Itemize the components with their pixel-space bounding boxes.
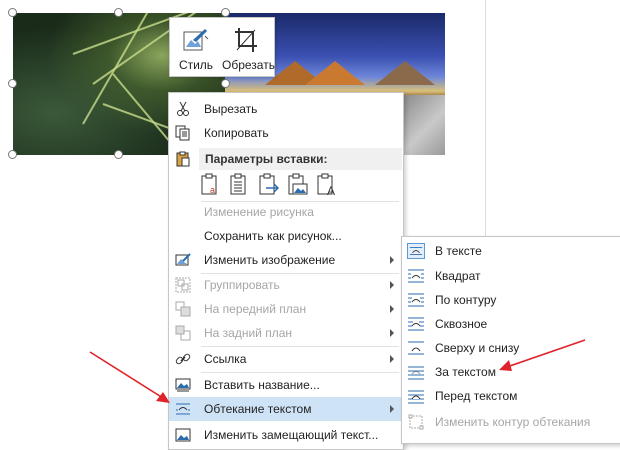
style-button[interactable]: Стиль [172,22,220,72]
resize-handle[interactable] [221,79,230,88]
wrap-square-icon [408,269,424,283]
menu-item-label: Копировать [204,126,269,140]
resize-handle[interactable] [8,8,17,17]
copy-icon [175,125,190,141]
annotation-arrow-left [89,351,170,403]
send-backward-icon [175,325,191,341]
submenu-arrow-icon [390,305,394,313]
wrap-option-square[interactable]: Квадрат [402,264,620,288]
style-label: Стиль [178,58,214,72]
menu-item-change-picture[interactable]: Изменение рисунка [169,200,403,224]
menu-item-edit-image[interactable]: Изменить изображение [169,248,403,272]
paste-options-label: Параметры вставки: [205,152,328,166]
wrap-through-icon [408,317,424,331]
wrap-tight-icon [408,293,424,307]
menu-item-label: Вставить название... [204,378,320,392]
menu-item-label: Изменение рисунка [204,205,314,219]
group-icon [175,277,191,293]
alt-text-icon [175,428,191,442]
svg-text:A: A [327,184,335,197]
keep-text-only-icon[interactable]: A [316,173,338,197]
wrap-option-through[interactable]: Сквозное [402,312,620,336]
wrap-option-behind-text[interactable]: За текстом [402,360,620,384]
wrap-option-label: За текстом [435,365,496,379]
menu-item-save-as-picture[interactable]: Сохранить как рисунок... [169,224,403,248]
wrap-option-label: Сверху и снизу [435,341,520,355]
paste-icon [176,151,190,167]
resize-handle[interactable] [114,150,123,159]
keep-source-formatting-icon[interactable]: a [200,173,222,197]
edit-image-icon [175,253,191,266]
crop-label: Обрезать [222,58,275,72]
menu-item-label: Изменить изображение [204,253,336,267]
wrap-option-label: По контуру [435,293,497,307]
wrap-option-label: Изменить контур обтекания [435,415,591,429]
crop-button[interactable]: Обрезать [222,22,275,72]
resize-handle[interactable] [221,8,230,17]
paste-options-header: Параметры вставки: [199,148,402,170]
menu-item-insert-caption[interactable]: Вставить название... [169,373,403,397]
submenu-arrow-icon [390,355,394,363]
svg-text:a: a [210,185,215,195]
menu-item-bring-forward[interactable]: На передний план [169,297,403,321]
wrap-text-icon [176,403,190,415]
edit-wrap-points-icon [408,414,424,430]
menu-item-link[interactable]: Ссылка [169,347,403,371]
wrap-option-in-front[interactable]: Перед текстом [402,384,620,408]
link-icon [175,353,191,365]
wrap-in-line-icon [407,243,425,259]
resize-handle[interactable] [8,150,17,159]
menu-item-label: На передний план [204,302,307,316]
menu-item-cut[interactable]: Вырезать [169,97,403,121]
submenu-arrow-icon [390,329,394,337]
wrap-option-label: Квадрат [435,269,481,283]
menu-item-wrap-text[interactable]: Обтекание текстом [169,397,403,421]
menu-item-label: Ссылка [204,352,247,366]
menu-item-label: Сохранить как рисунок... [204,229,342,243]
picture-style-icon [183,29,209,51]
wrap-option-label: Сквозное [435,317,488,331]
menu-item-label: Обтекание текстом [204,402,312,416]
context-menu: Вырезать Копировать Параметры вставки: a… [168,92,404,450]
menu-item-edit-alt-text[interactable]: Изменить замещающий текст... [169,423,403,447]
mini-toolbar: Стиль Обрезать [169,17,275,77]
menu-item-label: Вырезать [204,102,258,116]
wrap-option-tight[interactable]: По контуру [402,288,620,312]
menu-item-copy[interactable]: Копировать [169,121,403,145]
paste-picture-icon[interactable] [287,173,309,197]
wrap-behind-text-icon [408,366,424,380]
wrap-in-front-icon [408,390,424,404]
scissors-icon [177,101,189,116]
bring-forward-icon [175,301,191,317]
resize-handle[interactable] [8,79,17,88]
menu-item-send-backward[interactable]: На задний план [169,321,403,345]
wrap-option-label: Перед текстом [435,389,518,403]
paste-link-icon[interactable] [258,173,280,197]
menu-item-label: Изменить замещающий текст... [204,428,379,442]
crop-icon [235,28,257,52]
resize-handle[interactable] [114,8,123,17]
wrap-text-submenu: В тексте Квадрат По контуру Сквозное Све… [401,236,620,444]
merge-formatting-icon[interactable] [229,173,251,197]
wrap-option-edit-wrap-points[interactable]: Изменить контур обтекания [402,410,620,434]
submenu-arrow-icon [390,281,394,289]
menu-item-label: Группировать [204,278,280,292]
submenu-arrow-icon [390,256,394,264]
wrap-top-bottom-icon [408,341,424,355]
wrap-option-top-bottom[interactable]: Сверху и снизу [402,336,620,360]
menu-item-group[interactable]: Группировать [169,273,403,297]
insert-caption-icon [175,378,191,392]
wrap-option-in-line[interactable]: В тексте [402,239,620,263]
submenu-arrow-icon [390,405,394,413]
wrap-option-label: В тексте [435,244,482,258]
menu-item-label: На задний план [204,326,293,340]
